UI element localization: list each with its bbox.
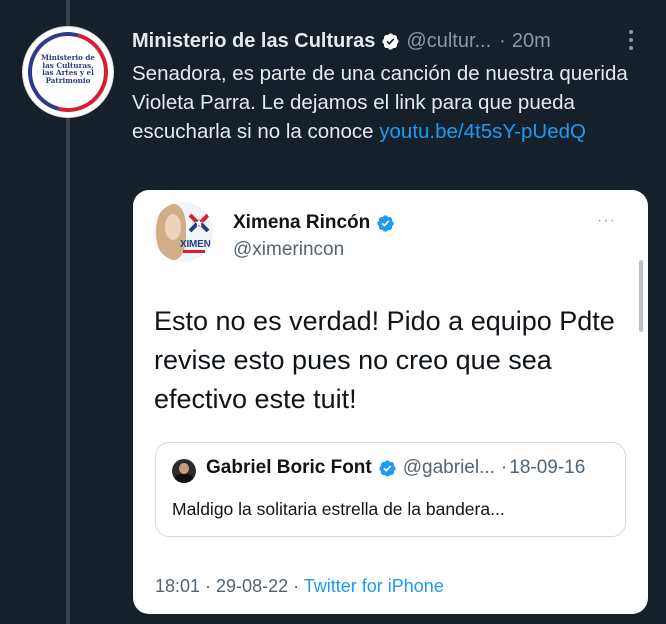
scrollbar[interactable]	[639, 260, 643, 332]
nested-header: Gabriel Boric Font @gabriel... · 18-09-1…	[206, 457, 585, 479]
quoted-timestamp[interactable]: 18:01 · 29-08-22 ·	[155, 576, 304, 596]
ministry-avatar[interactable]: Ministerio de las Culturas, las Artes y …	[13, 17, 123, 127]
nested-separator: ·	[500, 457, 508, 478]
author-name[interactable]: Ministerio de las Culturas	[132, 28, 375, 54]
quoted-tweet-text: Esto no es verdad! Pido a equipo Pdte re…	[154, 306, 615, 414]
nested-author-handle[interactable]: @gabriel...	[403, 457, 495, 479]
verified-badge-icon	[377, 214, 394, 232]
nested-avatar[interactable]	[172, 459, 196, 483]
author-handle[interactable]: @cultur...	[406, 28, 491, 54]
more-options-icon[interactable]	[624, 29, 638, 51]
verified-badge-icon	[379, 459, 396, 477]
quoted-avatar[interactable]: XIMENA	[153, 202, 213, 262]
tweet-time[interactable]: 20m	[512, 28, 551, 54]
tweet-header: Ministerio de las Culturas @cultur... · …	[132, 28, 551, 54]
nested-author-name[interactable]: Gabriel Boric Font	[206, 457, 372, 479]
quoted-author-handle[interactable]: @ximerincon	[233, 239, 344, 261]
avatar-face	[179, 463, 189, 474]
avatar-logo-text: XIMENA	[180, 239, 213, 250]
avatar-logo-underline	[183, 250, 205, 253]
tweet-link[interactable]: youtu.be/4t5sY-pUedQ	[379, 120, 586, 143]
quoted-client-link[interactable]: Twitter for iPhone	[304, 576, 444, 596]
quoted-author[interactable]: Ximena Rincón	[233, 212, 395, 234]
quoted-tweet-card[interactable]: XIMENA Ximena Rincón @ximerincon ··· Est…	[133, 190, 648, 614]
tweet-screenshot: Ministerio de las Culturas, las Artes y …	[0, 0, 666, 624]
nested-tweet-text: Maldigo la solitaria estrella de la band…	[172, 499, 505, 519]
tweet-text: Senadora, es parte de una canción de nue…	[132, 59, 632, 146]
verified-badge-icon	[382, 32, 400, 50]
quoted-footer: 18:01 · 29-08-22 · Twitter for iPhone	[155, 576, 444, 597]
nested-date[interactable]: 18-09-16	[509, 457, 585, 479]
quoted-author-name[interactable]: Ximena Rincón	[233, 212, 370, 234]
avatar-face	[165, 214, 181, 240]
quoted-more-icon[interactable]: ···	[597, 212, 616, 230]
nested-quote-card[interactable]: Gabriel Boric Font @gabriel... · 18-09-1…	[155, 442, 626, 537]
header-separator: ·	[499, 30, 506, 52]
star-icon	[188, 213, 210, 233]
avatar-logo-text: Ministerio de las Culturas, las Artes y …	[41, 53, 95, 85]
avatar-body	[175, 474, 193, 483]
